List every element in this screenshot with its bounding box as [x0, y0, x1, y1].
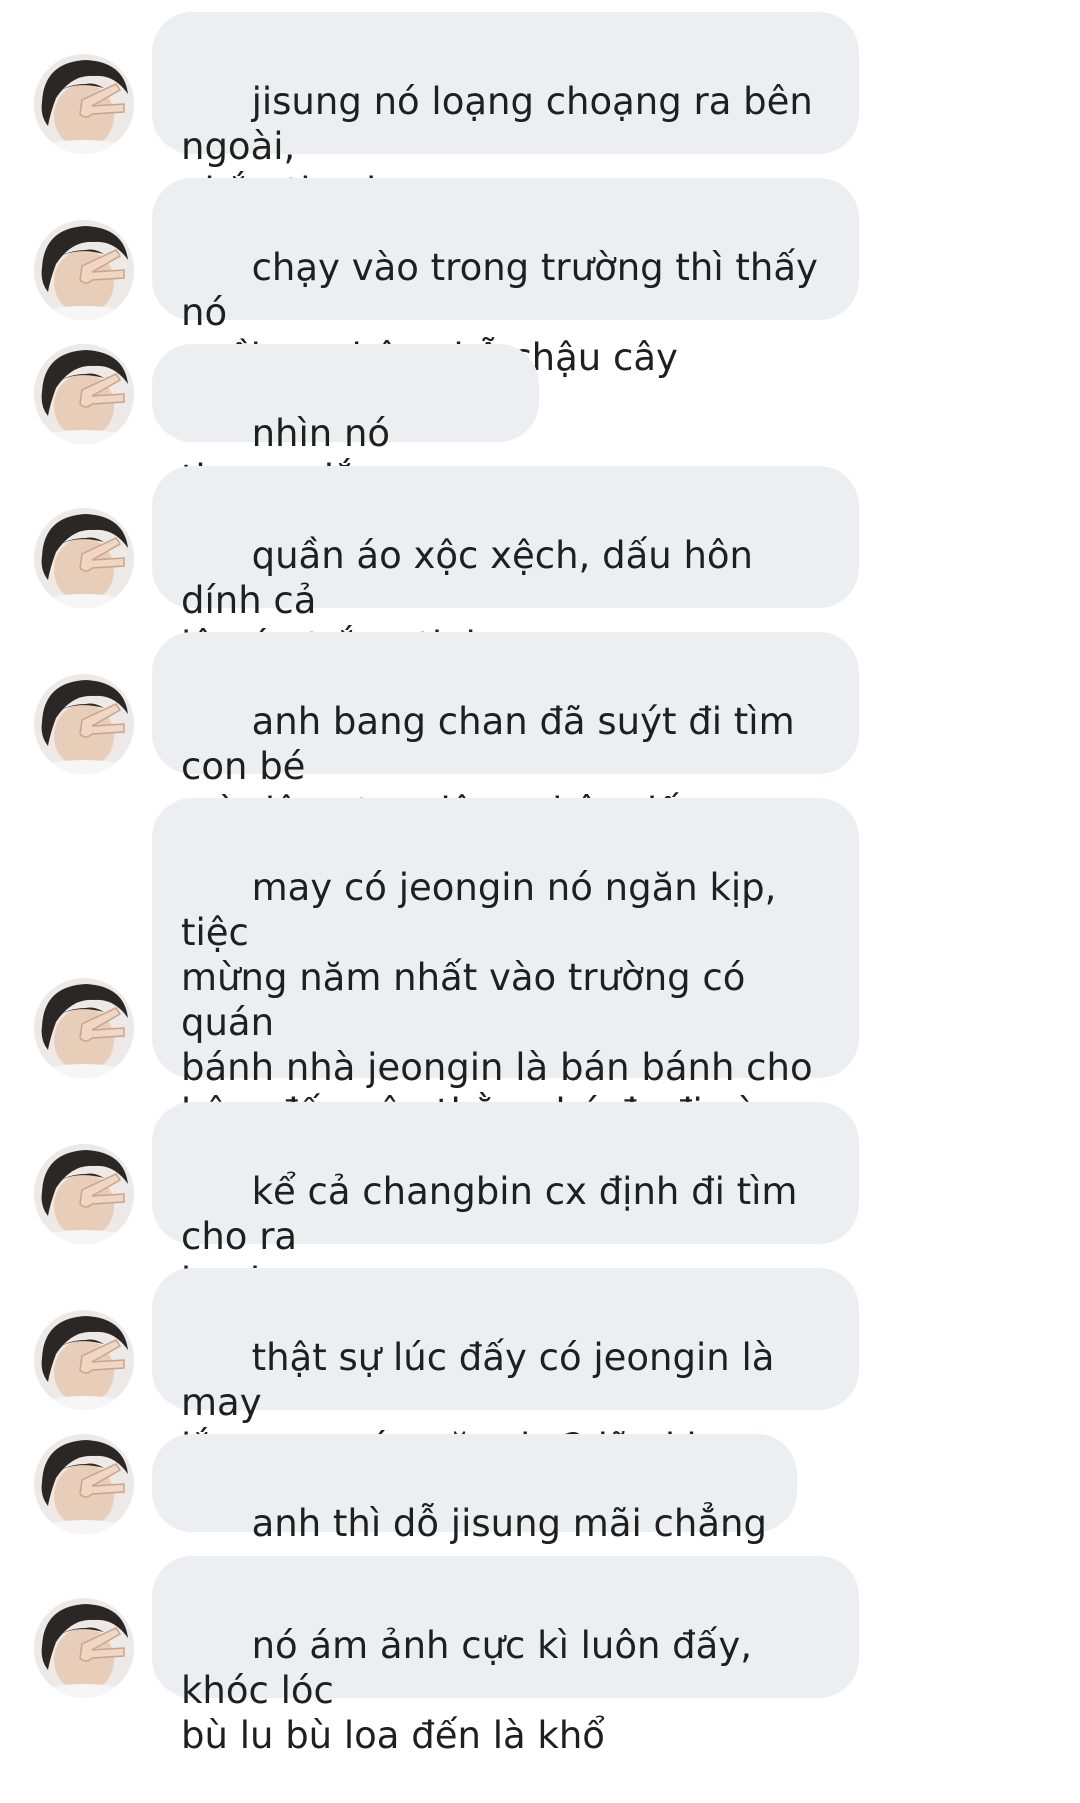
message-bubble[interactable]: quần áo xộc xệch, dấu hôn dính cả lên áo…: [152, 466, 859, 667]
profile-photo-icon: [34, 508, 134, 608]
profile-photo-icon: [34, 1310, 134, 1410]
message-text: nó ám ảnh cực kì luôn đấy, khóc lóc bù l…: [181, 1624, 752, 1757]
avatar[interactable]: [34, 1144, 134, 1244]
message-bubble[interactable]: anh bang chan đã suýt đi tìm con bé mà đ…: [152, 632, 859, 833]
profile-photo-icon: [34, 1598, 134, 1698]
profile-photo-icon: [34, 978, 134, 1078]
message-bubble[interactable]: jisung nó loạng choạng ra bên ngoài, nhắ…: [152, 12, 859, 213]
avatar[interactable]: [34, 54, 134, 154]
profile-photo-icon: [34, 674, 134, 774]
message-bubble[interactable]: kể cả changbin cx định đi tìm cho ra hae…: [152, 1102, 859, 1303]
profile-photo-icon: [34, 54, 134, 154]
message-bubble[interactable]: thật sự lúc đấy có jeongin là may lắm, e…: [152, 1268, 859, 1469]
avatar[interactable]: [34, 978, 134, 1078]
avatar[interactable]: [34, 1434, 134, 1534]
avatar[interactable]: [34, 674, 134, 774]
avatar[interactable]: [34, 344, 134, 444]
avatar[interactable]: [34, 220, 134, 320]
message-bubble[interactable]: anh thì dỗ jisung mãi chẳng xong: [152, 1434, 797, 1590]
message-bubble[interactable]: chạy vào trong trường thì thấy nó ngồi g…: [152, 178, 859, 379]
profile-photo-icon: [34, 344, 134, 444]
profile-photo-icon: [34, 1144, 134, 1244]
profile-photo-icon: [34, 1434, 134, 1534]
message-bubble[interactable]: nhìn nó thương lắm: [152, 344, 539, 500]
avatar[interactable]: [34, 1310, 134, 1410]
avatar[interactable]: [34, 1598, 134, 1698]
message-bubble[interactable]: nó ám ảnh cực kì luôn đấy, khóc lóc bù l…: [152, 1556, 859, 1757]
avatar[interactable]: [34, 508, 134, 608]
message-bubble[interactable]: may có jeongin nó ngăn kịp, tiệc mừng nă…: [152, 798, 859, 1224]
profile-photo-icon: [34, 220, 134, 320]
